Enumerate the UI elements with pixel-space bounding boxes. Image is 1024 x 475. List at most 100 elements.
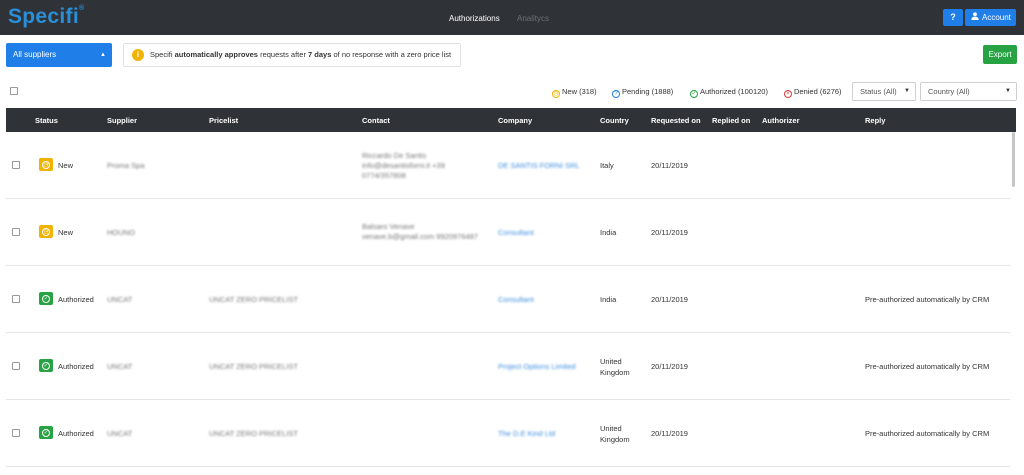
status-label: Authorized bbox=[58, 362, 94, 371]
col-replied-on[interactable]: Replied on bbox=[712, 116, 750, 125]
status-label: New bbox=[58, 228, 74, 237]
country-line: Kingdom bbox=[600, 368, 630, 377]
auto-approve-notice: i Specifi automatically approves request… bbox=[123, 43, 461, 67]
logo-text: Specifi bbox=[8, 5, 79, 28]
col-supplier[interactable]: Supplier bbox=[107, 116, 137, 125]
legend-new-label: New (318) bbox=[562, 87, 597, 96]
country-filter-select[interactable]: Country (All) ▼ bbox=[920, 82, 1017, 101]
contact-line: venave.b@gmail.com 9920976487 bbox=[362, 232, 479, 241]
notice-mid: requests after bbox=[260, 50, 306, 59]
legend-denied-label: Denied (6276) bbox=[794, 87, 842, 96]
col-pricelist[interactable]: Pricelist bbox=[209, 116, 238, 125]
row-checkbox[interactable] bbox=[12, 161, 20, 169]
export-button[interactable]: Export bbox=[983, 45, 1017, 64]
specifi-logo[interactable]: Specifi® bbox=[8, 5, 84, 29]
requested-on-cell: 20/11/2019 bbox=[651, 228, 688, 237]
supplier-cell: UNCAT bbox=[107, 429, 133, 438]
supplier-cell: UNCAT bbox=[107, 295, 133, 304]
contact-line: Balsaro Venave bbox=[362, 222, 415, 231]
logo-mark: ® bbox=[78, 5, 85, 12]
company-link[interactable]: The D.E Kind Ltd bbox=[498, 429, 555, 438]
table-row[interactable]: ◷ New HOUNO Balsaro Venave venave.b@gmai… bbox=[6, 199, 1010, 266]
x-icon: × bbox=[784, 90, 792, 98]
table-row[interactable]: ✓ Authorized UNCAT UNCAT ZERO PRICELIST … bbox=[6, 333, 1010, 400]
legend-authorized-label: Authorized (100120) bbox=[700, 87, 768, 96]
table-header: Status Supplier Pricelist Contact Compan… bbox=[6, 108, 1016, 132]
reply-cell: Pre-authorized automatically by CRM bbox=[865, 362, 990, 371]
requested-on-cell: 20/11/2019 bbox=[651, 362, 688, 371]
caret-down-icon: ▼ bbox=[1005, 88, 1011, 94]
nav-analytics[interactable]: Analitycs bbox=[517, 14, 549, 23]
supplier-select[interactable]: All suppliers ▲ bbox=[6, 43, 112, 67]
contact-line: info@desantisforni.it +39 bbox=[362, 161, 445, 170]
row-checkbox[interactable] bbox=[12, 295, 20, 303]
legend-pending[interactable]: ? Pending (1888) bbox=[612, 87, 673, 98]
country-cell: India bbox=[600, 228, 617, 237]
top-navbar: Specifi® Authorizations Analitycs ? Acco… bbox=[0, 0, 1024, 35]
row-checkbox[interactable] bbox=[12, 429, 20, 437]
legend-new[interactable]: ◷ New (318) bbox=[552, 87, 597, 98]
company-link[interactable]: DE SANTIS FORNI SRL bbox=[498, 161, 580, 170]
pricelist-cell: UNCAT ZERO PRICELIST bbox=[209, 429, 298, 438]
table-row[interactable]: ✓ Authorized UNCAT UNCAT ZERO PRICELIST … bbox=[6, 400, 1010, 467]
status-label: Authorized bbox=[58, 295, 94, 304]
company-link[interactable]: Consultant bbox=[498, 228, 534, 237]
vertical-scrollbar[interactable] bbox=[1012, 132, 1015, 187]
country-line: United bbox=[600, 357, 622, 366]
info-icon: i bbox=[132, 49, 144, 61]
supplier-select-value: All suppliers bbox=[13, 50, 57, 59]
table-row[interactable]: ✓ Authorized UNCAT UNCAT ZERO PRICELIST … bbox=[6, 266, 1010, 333]
reply-cell: Pre-authorized automatically by CRM bbox=[865, 295, 990, 304]
row-checkbox[interactable] bbox=[12, 228, 20, 236]
pricelist-cell: UNCAT ZERO PRICELIST bbox=[209, 362, 298, 371]
supplier-cell: UNCAT bbox=[107, 362, 133, 371]
caret-down-icon: ▼ bbox=[904, 88, 910, 94]
col-country[interactable]: Country bbox=[600, 116, 629, 125]
help-button[interactable]: ? bbox=[943, 9, 963, 26]
country-cell: United Kingdom bbox=[600, 356, 630, 378]
check-circle-icon: ✓ bbox=[39, 292, 53, 305]
user-icon bbox=[971, 9, 979, 26]
clock-icon: ◷ bbox=[552, 90, 560, 98]
account-button[interactable]: Account bbox=[965, 9, 1016, 26]
col-requested-on[interactable]: Requested on bbox=[651, 116, 701, 125]
legend-authorized[interactable]: ✓ Authorized (100120) bbox=[690, 87, 768, 98]
contact-cell: Balsaro Venave venave.b@gmail.com 992097… bbox=[362, 222, 478, 242]
requested-on-cell: 20/11/2019 bbox=[651, 161, 688, 170]
col-status[interactable]: Status bbox=[35, 116, 58, 125]
country-filter-value: Country (All) bbox=[928, 87, 970, 96]
clock-icon: ◷ bbox=[39, 158, 53, 171]
question-icon: ? bbox=[612, 90, 620, 98]
status-label: New bbox=[58, 161, 74, 170]
account-label: Account bbox=[982, 13, 1011, 22]
company-link[interactable]: Project Options Limited bbox=[498, 362, 576, 371]
col-authorizer[interactable]: Authorizer bbox=[762, 116, 800, 125]
country-cell: Italy bbox=[600, 161, 614, 170]
col-contact[interactable]: Contact bbox=[362, 116, 390, 125]
row-checkbox[interactable] bbox=[12, 362, 20, 370]
country-line: Kingdom bbox=[600, 435, 630, 444]
pricelist-cell: UNCAT ZERO PRICELIST bbox=[209, 295, 298, 304]
table-row[interactable]: ◷ New Proma Spa Riccardo De Santis info@… bbox=[6, 132, 1010, 199]
col-reply[interactable]: Reply bbox=[865, 116, 885, 125]
status-filter-select[interactable]: Status (All) ▼ bbox=[852, 82, 916, 101]
check-circle-icon: ✓ bbox=[39, 426, 53, 439]
col-company[interactable]: Company bbox=[498, 116, 532, 125]
notice-strong-approves: automatically approves bbox=[174, 50, 258, 59]
legend-denied[interactable]: × Denied (6276) bbox=[784, 87, 842, 98]
requested-on-cell: 20/11/2019 bbox=[651, 429, 688, 438]
company-link[interactable]: Consultant bbox=[498, 295, 534, 304]
supplier-cell: Proma Spa bbox=[107, 161, 145, 170]
notice-prefix: Specifi bbox=[150, 50, 173, 59]
select-all-checkbox[interactable] bbox=[10, 87, 18, 95]
nav-authorizations[interactable]: Authorizations bbox=[449, 14, 500, 23]
country-line: United bbox=[600, 424, 622, 433]
status-label: Authorized bbox=[58, 429, 94, 438]
contact-line: 0774/357808 bbox=[362, 171, 406, 180]
country-cell: India bbox=[600, 295, 617, 304]
reply-cell: Pre-authorized automatically by CRM bbox=[865, 429, 990, 438]
status-filter-value: Status (All) bbox=[860, 87, 897, 96]
notice-strong-days: 7 days bbox=[308, 50, 332, 59]
notice-suffix: of no response with a zero price list bbox=[333, 50, 452, 59]
check-circle-icon: ✓ bbox=[39, 359, 53, 372]
